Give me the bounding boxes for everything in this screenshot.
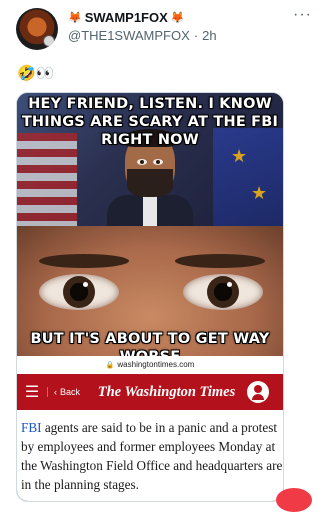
url-text: washingtontimes.com: [117, 360, 195, 369]
back-button: ‹ Back: [47, 387, 86, 397]
tweet-text: 🤣👀: [17, 65, 55, 82]
lock-icon: 🔒: [105, 362, 115, 369]
eye-graphic: [153, 159, 163, 165]
site-logo: The Washington Times: [97, 383, 236, 400]
meme-image-card[interactable]: ★ ★ HEY FRIEND, LISTEN. I KNOW THINGS AR…: [16, 92, 284, 502]
fox-emoji-icon: 🦊: [170, 12, 185, 24]
fbi-link: FBI: [21, 420, 42, 435]
back-label: Back: [60, 387, 81, 397]
eye-graphic: [137, 159, 147, 165]
post-time[interactable]: 2h: [202, 28, 216, 43]
more-options-icon[interactable]: ···: [293, 6, 312, 24]
meta-separator: ·: [193, 28, 199, 43]
meme-top-caption: HEY FRIEND, LISTEN. I KNOW THINGS ARE SC…: [21, 96, 279, 148]
shirt-graphic: [143, 195, 157, 226]
star-icon: ★: [251, 183, 268, 203]
eyebrow-graphic: [39, 254, 129, 268]
author-avatar[interactable]: [16, 8, 58, 50]
meme-bottom-caption: BUT IT'S ABOUT TO GET WAY WORSE: [30, 331, 270, 356]
url-bar: 🔒 washingtontimes.com: [17, 356, 283, 374]
account-icon: [247, 381, 269, 403]
website-screenshot: 🔒 washingtontimes.com ☰ ‹ Back The Washing…: [17, 356, 283, 501]
eye-graphic: [39, 274, 119, 310]
article-body: agents are said to be in a panic and a p…: [21, 420, 283, 492]
meme-top-panel: ★ ★ HEY FRIEND, LISTEN. I KNOW THINGS AR…: [17, 93, 283, 226]
article-text: FBI agents are said to be in a panic and…: [21, 418, 283, 494]
meme-bottom-panel: BUT IT'S ABOUT TO GET WAY WORSE: [17, 226, 283, 356]
author-meta: @THE1SWAMPFOX · 2h: [68, 28, 217, 43]
eye-graphic: [183, 274, 263, 310]
beard-graphic: [127, 169, 173, 197]
author-name[interactable]: SWAMP1FOX: [85, 10, 168, 25]
site-header: ☰ ‹ Back The Washington Times: [17, 374, 283, 410]
hamburger-menu-icon: ☰: [24, 384, 40, 401]
fox-emoji-icon: 🦊: [68, 12, 82, 24]
floating-action-button[interactable]: [276, 488, 312, 512]
author-name-row[interactable]: 🦊 SWAMP1FOX 🦊: [68, 10, 184, 25]
chevron-left-icon: ‹: [54, 387, 57, 397]
avatar-badge-icon: [43, 35, 55, 47]
author-handle[interactable]: @THE1SWAMPFOX: [68, 28, 190, 43]
star-icon: ★: [231, 146, 248, 166]
eyebrow-graphic: [175, 254, 265, 268]
